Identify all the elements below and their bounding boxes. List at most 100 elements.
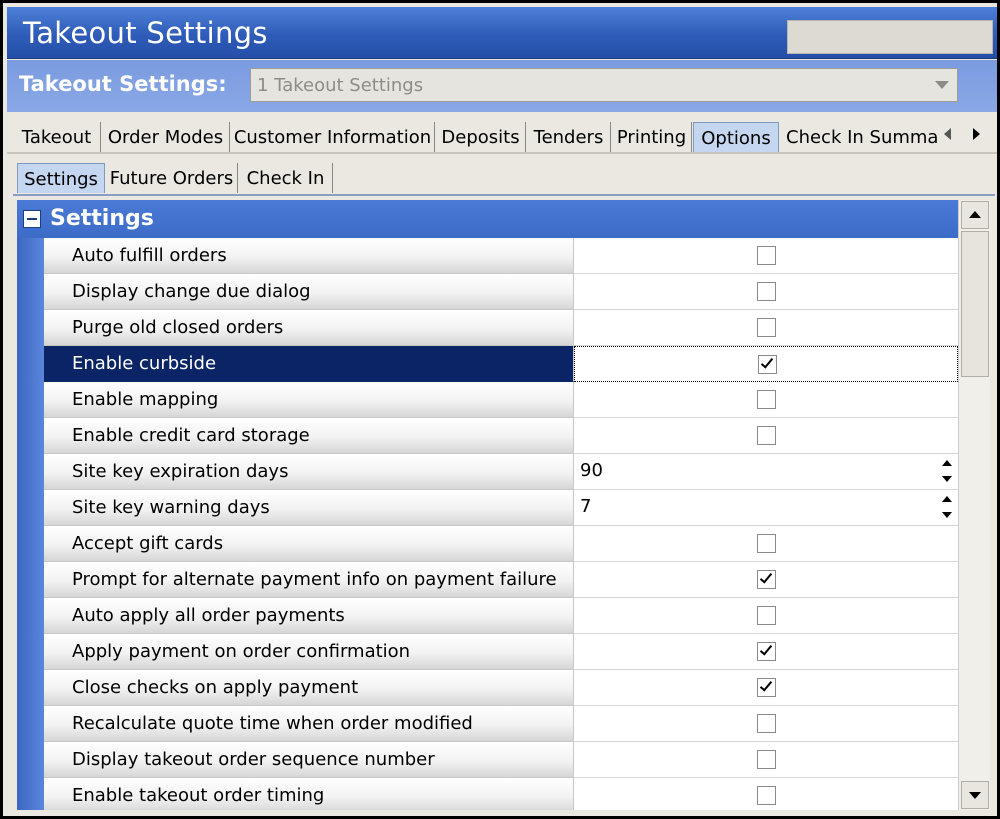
setting-label: Apply payment on order confirmation [44,634,574,670]
setting-row[interactable]: Prompt for alternate payment info on pay… [44,562,958,598]
settings-group-header: Settings [17,200,958,238]
setting-label: Site key expiration days [44,454,574,490]
setting-label: Display change due dialog [44,274,574,310]
setting-label: Accept gift cards [44,526,574,562]
setting-value-cell[interactable] [574,238,958,274]
setting-value-cell[interactable] [574,310,958,346]
setting-checkbox[interactable] [757,678,776,697]
setting-value-cell[interactable] [574,634,958,670]
setting-checkbox[interactable] [757,318,776,337]
scroll-down-button[interactable] [961,781,989,809]
setting-checkbox[interactable] [758,355,777,374]
setting-row[interactable]: Apply payment on order confirmation [44,634,958,670]
title-bar-panel [787,20,993,54]
setting-row[interactable]: Enable credit card storage [44,418,958,454]
setting-checkbox[interactable] [757,750,776,769]
setting-row[interactable]: Enable mapping [44,382,958,418]
setting-checkbox[interactable] [757,282,776,301]
setting-value-cell[interactable] [574,706,958,742]
window-frame: Takeout Settings Takeout Settings: 1 Tak… [0,0,1000,819]
setting-checkbox[interactable] [757,426,776,445]
setting-label: Close checks on apply payment [44,670,574,706]
setting-row[interactable]: Recalculate quote time when order modifi… [44,706,958,742]
spin-down-icon[interactable] [942,512,952,518]
tab-options[interactable]: Options [693,122,779,152]
spin-down-icon[interactable] [942,476,952,482]
arrow-up-icon [969,211,981,218]
setting-row[interactable]: Site key expiration days 90 [44,454,958,490]
setting-row[interactable]: Auto fulfill orders [44,238,958,274]
title-bar: Takeout Settings [7,7,997,59]
setting-value-cell[interactable] [574,526,958,562]
settings-dropdown-value: 1 Takeout Settings [257,75,424,96]
vertical-scrollbar[interactable] [958,200,990,810]
setting-checkbox[interactable] [757,642,776,661]
setting-value-cell[interactable]: 7 [574,490,958,526]
setting-value-cell[interactable] [574,274,958,310]
spin-up-icon[interactable] [942,460,952,466]
setting-checkbox[interactable] [757,714,776,733]
setting-value-cell[interactable] [574,598,958,634]
setting-value-cell[interactable] [574,346,958,382]
arrow-right-icon[interactable] [973,128,980,140]
group-indent-band [17,238,44,810]
scroll-up-button[interactable] [961,201,989,229]
tab-customer-information[interactable]: Customer Information [231,122,435,152]
setting-value-cell[interactable] [574,742,958,778]
settings-dropdown[interactable]: 1 Takeout Settings [250,68,958,102]
setting-checkbox[interactable] [757,246,776,265]
tab-deposits[interactable]: Deposits [436,122,526,152]
setting-value-cell[interactable] [574,778,958,810]
setting-label: Enable credit card storage [44,418,574,454]
setting-value-cell[interactable] [574,382,958,418]
setting-value-cell[interactable] [574,670,958,706]
tab-printing[interactable]: Printing [612,122,692,152]
sub-tab-strip: Settings Future Orders Check In [13,158,995,196]
tab-check-in-summary[interactable]: Check In Summar [780,122,940,152]
setting-row[interactable]: Site key warning days 7 [44,490,958,526]
setting-label: Display takeout order sequence number [44,742,574,778]
setting-label: Prompt for alternate payment info on pay… [44,562,574,598]
arrow-left-icon[interactable] [944,128,951,140]
scroll-thumb[interactable] [961,231,989,377]
setting-value-cell[interactable]: 90 [574,454,958,490]
settings-group-title: Settings [50,206,154,231]
sub-tab-future-orders[interactable]: Future Orders [106,163,238,193]
setting-row[interactable]: Display change due dialog [44,274,958,310]
setting-value-cell[interactable] [574,418,958,454]
setting-checkbox[interactable] [757,390,776,409]
tab-takeout[interactable]: Takeout [13,122,101,152]
sub-tab-check-in[interactable]: Check In [239,163,333,193]
setting-value-cell[interactable] [574,562,958,598]
setting-label: Enable curbside [44,346,574,382]
settings-selector-row: Takeout Settings: 1 Takeout Settings [7,60,997,112]
chevron-down-icon [935,81,949,89]
setting-row[interactable]: Enable curbside [44,346,958,382]
setting-label: Auto fulfill orders [44,238,574,274]
setting-label: Recalculate quote time when order modifi… [44,706,574,742]
setting-checkbox[interactable] [757,786,776,805]
setting-row[interactable]: Close checks on apply payment [44,670,958,706]
setting-label: Site key warning days [44,490,574,526]
setting-row[interactable]: Enable takeout order timing [44,778,958,810]
arrow-down-icon [969,792,981,799]
minus-box-icon[interactable] [23,210,41,228]
tab-order-modes[interactable]: Order Modes [102,122,230,152]
spin-up-icon[interactable] [942,496,952,502]
setting-checkbox[interactable] [757,570,776,589]
setting-row[interactable]: Auto apply all order payments [44,598,958,634]
tab-tenders[interactable]: Tenders [527,122,611,152]
setting-number-input[interactable]: 90 [580,460,603,481]
settings-grid: Settings Auto fulfill orders Display chan… [17,200,958,810]
setting-label: Enable takeout order timing [44,778,574,810]
sub-tab-settings[interactable]: Settings [17,163,105,193]
setting-label: Enable mapping [44,382,574,418]
setting-number-input[interactable]: 7 [580,496,591,517]
window-title: Takeout Settings [23,16,268,50]
setting-checkbox[interactable] [757,606,776,625]
setting-row[interactable]: Accept gift cards [44,526,958,562]
setting-row[interactable]: Purge old closed orders [44,310,958,346]
selector-label: Takeout Settings: [19,72,227,96]
setting-row[interactable]: Display takeout order sequence number [44,742,958,778]
setting-checkbox[interactable] [757,534,776,553]
